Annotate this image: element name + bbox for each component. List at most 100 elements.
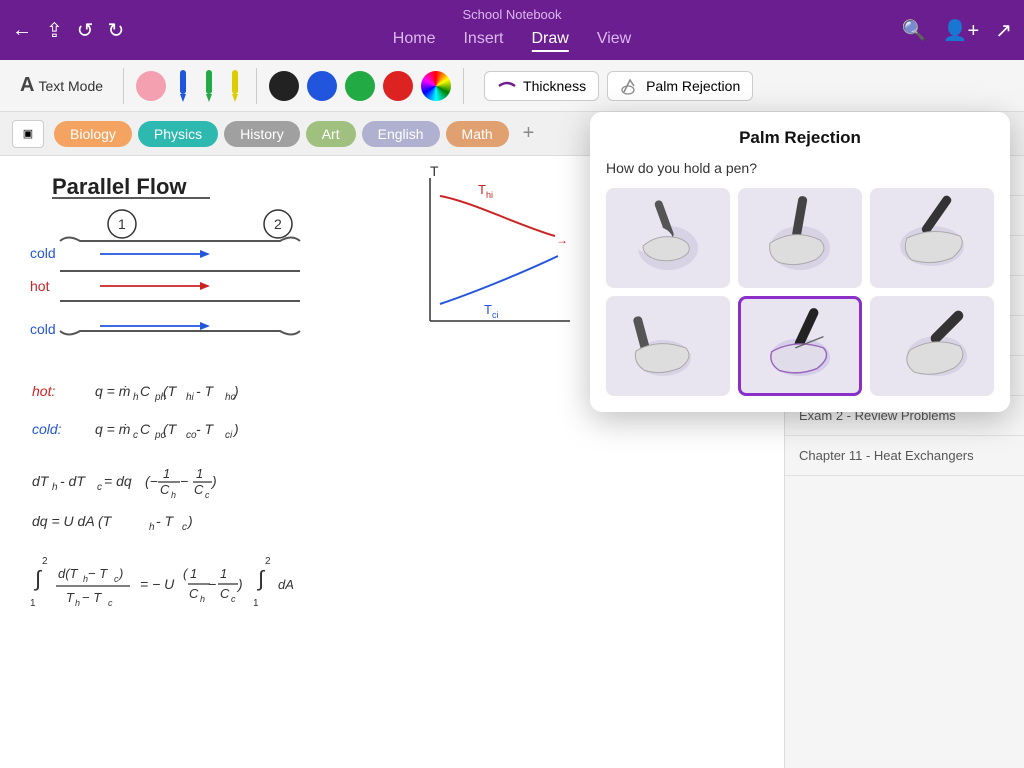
svg-text:- dT: - dT — [60, 473, 86, 489]
svg-text:1: 1 — [163, 466, 170, 481]
color-swatch-red[interactable] — [383, 71, 413, 101]
svg-text:q = ṁ: q = ṁ — [95, 383, 131, 399]
undo-button[interactable]: ↺ — [77, 18, 94, 43]
tab-english[interactable]: English — [362, 121, 440, 147]
svg-text:ci: ci — [225, 430, 233, 441]
svg-text:C: C — [194, 482, 204, 497]
pen-icon-yellow[interactable] — [226, 68, 244, 104]
text-mode-label: Text Mode — [38, 78, 103, 94]
svg-text:c: c — [182, 522, 187, 533]
svg-text:−: − — [208, 576, 216, 592]
toolbar-separator-3 — [463, 68, 464, 104]
nav-home[interactable]: Home — [393, 30, 436, 52]
svg-text:c: c — [205, 490, 210, 500]
svg-text:C: C — [220, 586, 230, 601]
search-button[interactable]: 🔍 — [902, 18, 927, 43]
topbar-nav: Home Insert Draw View — [393, 30, 631, 52]
tab-math[interactable]: Math — [446, 121, 509, 147]
color-swatch-green[interactable] — [345, 71, 375, 101]
svg-text:(: ( — [183, 566, 189, 581]
color-swatch-blue[interactable] — [307, 71, 337, 101]
svg-text:(T: (T — [163, 383, 178, 399]
svg-text:∫: ∫ — [33, 566, 43, 591]
svg-text:1: 1 — [30, 598, 36, 609]
svg-text:- T: - T — [156, 513, 175, 529]
tab-art[interactable]: Art — [306, 121, 356, 147]
svg-text:1: 1 — [220, 566, 227, 581]
svg-text:Tci: Tci — [484, 302, 498, 320]
svg-text:→: → — [556, 233, 568, 247]
account-button[interactable]: 👤+ — [943, 18, 980, 43]
palm-rejection-popup: Palm Rejection How do you hold a pen? — [590, 112, 1010, 412]
svg-text:− T: − T — [82, 590, 102, 605]
thickness-button[interactable]: Thickness — [484, 71, 599, 101]
svg-text:): ) — [186, 513, 193, 529]
back-button[interactable]: ← — [12, 19, 32, 42]
svg-text:d(T: d(T — [58, 566, 79, 581]
thickness-icon — [497, 76, 517, 96]
nav-view[interactable]: View — [597, 30, 631, 52]
grip-option-2[interactable] — [738, 188, 862, 288]
svg-text:): ) — [210, 473, 217, 489]
svg-text:dq = U dA (T: dq = U dA (T — [32, 513, 113, 529]
share-button[interactable]: ⇪ — [46, 18, 63, 43]
notebook-selector[interactable]: ▣ — [12, 120, 44, 148]
svg-text:1: 1 — [196, 466, 203, 481]
text-mode-button[interactable]: A Text Mode — [12, 70, 111, 101]
color-swatch-black[interactable] — [269, 71, 299, 101]
pen-icon-green[interactable] — [200, 68, 218, 104]
color-swatch-pink[interactable] — [136, 71, 166, 101]
tab-physics[interactable]: Physics — [138, 121, 218, 147]
redo-button[interactable]: ↻ — [108, 18, 125, 43]
svg-text:- T: - T — [196, 421, 215, 437]
svg-text:dT: dT — [32, 473, 50, 489]
palm-icon — [620, 76, 640, 96]
add-tab-button[interactable]: + — [515, 122, 543, 145]
svg-text:hot:: hot: — [32, 383, 55, 399]
nav-insert[interactable]: Insert — [463, 30, 503, 52]
svg-text:c: c — [97, 482, 102, 493]
grip-option-4[interactable] — [606, 296, 730, 396]
svg-text:∫: ∫ — [256, 566, 266, 591]
topbar-left-controls: ← ⇪ ↺ ↻ — [12, 18, 124, 43]
topbar-right-controls: 🔍 👤+ ↗ — [902, 18, 1012, 43]
svg-text:= − U: = − U — [140, 576, 175, 592]
grip-grid — [606, 188, 994, 396]
svg-text:2: 2 — [265, 556, 271, 567]
svg-text:): ) — [232, 421, 239, 437]
grip-option-6[interactable] — [870, 296, 994, 396]
color-wheel[interactable] — [421, 71, 451, 101]
svg-text:− T: − T — [88, 566, 108, 581]
svg-text:Parallel Flow: Parallel Flow — [52, 174, 187, 199]
palm-popup-subtitle: How do you hold a pen? — [606, 160, 994, 176]
svg-text:−: − — [180, 473, 188, 489]
nav-draw[interactable]: Draw — [531, 30, 568, 52]
palm-rejection-label: Palm Rejection — [646, 78, 740, 94]
sidebar-item-7[interactable]: Chapter 11 - Heat Exchangers — [785, 436, 1024, 476]
tab-biology[interactable]: Biology — [54, 121, 132, 147]
toolbar-separator-2 — [256, 68, 257, 104]
svg-text:cold: cold — [30, 245, 56, 261]
tab-history[interactable]: History — [224, 121, 300, 147]
svg-text:dA: dA — [278, 577, 294, 592]
svg-text:C: C — [160, 482, 170, 497]
svg-text:hi: hi — [186, 392, 195, 403]
svg-text:h: h — [133, 392, 139, 403]
palm-popup-title: Palm Rejection — [606, 128, 994, 148]
svg-text:2: 2 — [42, 556, 48, 567]
svg-text:(−: (− — [145, 473, 158, 489]
pen-icon-blue[interactable] — [174, 68, 192, 104]
palm-rejection-button[interactable]: Palm Rejection — [607, 71, 753, 101]
grip-option-5[interactable] — [738, 296, 862, 396]
svg-text:1: 1 — [190, 566, 197, 581]
svg-text:2: 2 — [274, 216, 282, 232]
svg-text:T: T — [430, 163, 439, 179]
svg-text:(T: (T — [163, 421, 178, 437]
svg-text:h: h — [171, 490, 176, 500]
svg-text:h: h — [200, 594, 205, 604]
grip-option-3[interactable] — [870, 188, 994, 288]
svg-text:h: h — [52, 482, 58, 493]
svg-text:T: T — [66, 590, 75, 605]
fullscreen-button[interactable]: ↗ — [995, 18, 1012, 43]
grip-option-1[interactable] — [606, 188, 730, 288]
